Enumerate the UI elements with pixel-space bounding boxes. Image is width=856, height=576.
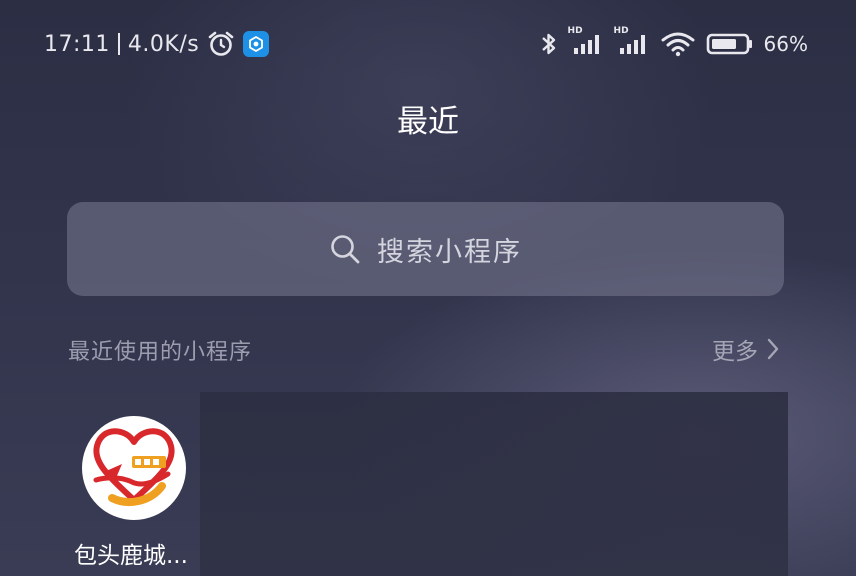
search-placeholder: 搜索小程序 (377, 236, 522, 268)
signal-hd-label: HD (613, 26, 629, 36)
background-panel (200, 392, 788, 576)
page-title: 最近 (397, 104, 459, 140)
signal-icon: HD (568, 26, 604, 58)
status-left: 17:11 4.0K/s (44, 28, 270, 60)
search-icon (329, 233, 361, 265)
status-bar: 17:11 4.0K/s HD HD 66% (0, 0, 856, 84)
screen: 17:11 4.0K/s HD HD 66% 最近 搜索小程序 最近使用的小程序… (0, 0, 856, 576)
more-label: 更多 (712, 339, 758, 365)
bluetooth-icon (540, 30, 558, 58)
mini-program-label: 包头鹿城... (74, 543, 188, 569)
network-speed: 4.0K/s (127, 31, 200, 57)
app-badge-icon (243, 31, 270, 57)
battery-percent: 66% (763, 32, 808, 56)
alarm-icon (207, 30, 235, 58)
status-separator (117, 33, 120, 55)
wifi-icon (660, 30, 696, 58)
mini-program-item[interactable]: 包头鹿城... (70, 412, 210, 572)
heart-logo-icon (82, 416, 186, 520)
status-time: 17:11 (44, 31, 110, 57)
status-right: HD HD 66% (540, 26, 808, 60)
recent-section-label: 最近使用的小程序 (68, 340, 253, 365)
battery-icon (706, 31, 754, 57)
more-button[interactable]: 更多 (712, 332, 780, 366)
chevron-right-icon (766, 337, 780, 361)
signal-hd-label: HD (567, 26, 583, 36)
signal-icon: HD (614, 26, 650, 58)
search-input[interactable]: 搜索小程序 (67, 202, 784, 296)
